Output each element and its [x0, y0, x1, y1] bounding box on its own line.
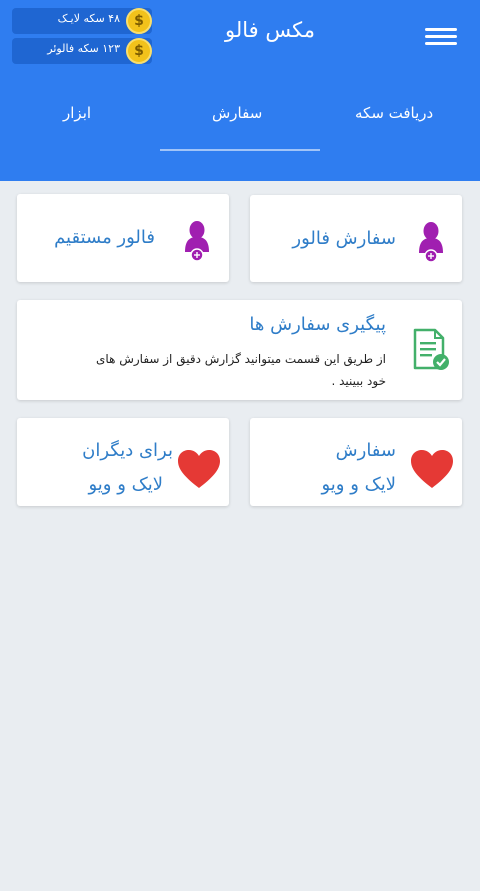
order-tracking-card[interactable]: پیگیری سفارش ها از طریق این قسمت میتوانی…: [17, 300, 462, 400]
person-add-icon: [185, 221, 209, 262]
heart-icon: [411, 450, 453, 488]
like-view-title-line2: لایک و ویو: [321, 474, 396, 495]
others-like-view-title-line1: برای دیگران: [82, 440, 173, 461]
active-tab-indicator: [160, 149, 320, 151]
order-like-view-card[interactable]: سفارش لایک و ویو: [250, 418, 462, 506]
order-follower-card[interactable]: سفارش فالور: [250, 195, 462, 282]
app-title: مکس فالو: [225, 18, 315, 42]
direct-follower-card[interactable]: فالور مستقیم: [17, 194, 229, 282]
tab-get-coins[interactable]: دریافت سکه: [355, 104, 433, 122]
others-like-view-card[interactable]: برای دیگران لایک و ویو: [17, 418, 229, 506]
hamburger-menu-icon[interactable]: [422, 24, 460, 50]
follower-coins-badge: $ ۱۲۳ سکه فالوئر: [12, 38, 152, 64]
order-follower-title: سفارش فالور: [292, 228, 396, 249]
tab-tools[interactable]: ابزار: [63, 104, 91, 122]
like-coins-text: ۴۸ سکه لایـک: [57, 12, 120, 25]
tab-orders[interactable]: سفارش: [212, 104, 262, 122]
direct-follower-title: فالور مستقیم: [54, 227, 155, 248]
like-coins-badge: $ ۴۸ سکه لایـک: [12, 8, 152, 34]
coin-icon: $: [126, 8, 152, 34]
follower-coins-text: ۱۲۳ سکه فالوئر: [47, 42, 120, 55]
heart-icon: [178, 450, 220, 488]
document-check-icon: [413, 328, 449, 370]
person-add-icon: [419, 222, 443, 263]
order-tracking-title: پیگیری سفارش ها: [249, 314, 386, 335]
others-like-view-title-line2: لایک و ویو: [88, 474, 163, 495]
like-view-title-line1: سفارش: [335, 440, 396, 461]
coin-icon: $: [126, 38, 152, 64]
app-header: $ ۴۸ سکه لایـک $ ۱۲۳ سکه فالوئر مکس فالو…: [0, 0, 480, 181]
order-tracking-description: از طریق این قسمت میتوانید گزارش دقیق از …: [96, 352, 386, 388]
